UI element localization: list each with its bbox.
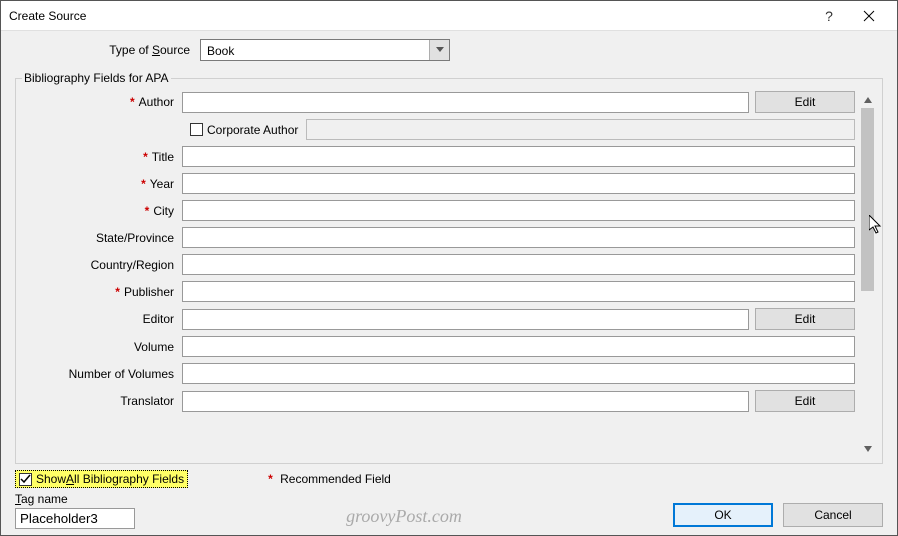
field-label-title: *Title — [22, 150, 182, 164]
field-input-translator[interactable] — [182, 391, 749, 412]
create-source-dialog: Create Source ? Type of Source Book Bibl… — [0, 0, 898, 536]
field-input-year[interactable] — [182, 173, 855, 194]
required-asterisk-icon: * — [130, 95, 139, 109]
required-asterisk-icon: * — [115, 285, 124, 299]
cancel-button[interactable]: Cancel — [783, 503, 883, 527]
field-row-numvol: Number of Volumes — [22, 363, 855, 384]
field-input-city[interactable] — [182, 200, 855, 221]
type-of-source-dropdown[interactable]: Book — [200, 39, 450, 61]
scroll-track[interactable] — [859, 108, 876, 440]
field-label-year: *Year — [22, 177, 182, 191]
show-all-fields-checkbox[interactable]: Show All Bibliography Fields — [15, 470, 188, 488]
field-row-volume: Volume — [22, 336, 855, 357]
type-of-source-value: Book — [201, 40, 429, 60]
field-label-author: *Author — [22, 95, 182, 109]
close-button[interactable] — [849, 2, 889, 30]
vertical-scrollbar[interactable] — [859, 91, 876, 457]
field-input-volume[interactable] — [182, 336, 855, 357]
scroll-thumb[interactable] — [861, 108, 874, 291]
ok-button[interactable]: OK — [673, 503, 773, 527]
corporate-author-row: Corporate Author — [22, 119, 855, 140]
help-button[interactable]: ? — [809, 2, 849, 30]
type-of-source-row: Type of Source Book — [15, 39, 883, 61]
tag-name-input[interactable] — [15, 508, 135, 529]
field-label-numvol: Number of Volumes — [22, 367, 182, 381]
field-row-author: *Author Edit — [22, 91, 855, 113]
field-row-state: State/Province — [22, 227, 855, 248]
tag-name-label: Tag name — [15, 492, 135, 506]
field-label-volume: Volume — [22, 340, 182, 354]
field-row-country: Country/Region — [22, 254, 855, 275]
chevron-down-icon — [429, 40, 449, 60]
corporate-author-label: Corporate Author — [207, 123, 298, 137]
field-label-editor: Editor — [22, 312, 182, 326]
field-input-numvol[interactable] — [182, 363, 855, 384]
field-row-title: *Title — [22, 146, 855, 167]
edit-button-author[interactable]: Edit — [755, 91, 855, 113]
field-input-author[interactable] — [182, 92, 749, 113]
field-row-year: *Year — [22, 173, 855, 194]
window-title: Create Source — [9, 9, 809, 23]
field-input-publisher[interactable] — [182, 281, 855, 302]
required-asterisk-icon: * — [143, 150, 152, 164]
field-row-editor: Editor Edit — [22, 308, 855, 330]
recommended-field-note: * Recommended Field — [268, 472, 391, 486]
scroll-up-icon[interactable] — [859, 91, 876, 108]
field-label-country: Country/Region — [22, 258, 182, 272]
fields-area: *AuthorEditCorporate Author*Title*Year*C… — [22, 91, 859, 457]
field-label-state: State/Province — [22, 231, 182, 245]
field-row-city: *City — [22, 200, 855, 221]
scroll-down-icon[interactable] — [859, 440, 876, 457]
required-asterisk-icon: * — [268, 472, 277, 486]
field-input-title[interactable] — [182, 146, 855, 167]
watermark-text: groovyPost.com — [135, 506, 673, 529]
field-label-city: *City — [22, 204, 182, 218]
field-input-state[interactable] — [182, 227, 855, 248]
corporate-author-input[interactable] — [306, 119, 855, 140]
required-asterisk-icon: * — [141, 177, 150, 191]
tag-name-block: Tag name — [15, 492, 135, 529]
field-label-translator: Translator — [22, 394, 182, 408]
field-row-publisher: *Publisher — [22, 281, 855, 302]
field-row-translator: Translator Edit — [22, 390, 855, 412]
field-label-publisher: *Publisher — [22, 285, 182, 299]
checkbox-icon — [19, 473, 32, 486]
edit-button-translator[interactable]: Edit — [755, 390, 855, 412]
corporate-author-checkbox[interactable] — [190, 123, 203, 136]
bibliography-fieldset: Bibliography Fields for APA *Author Edit C… — [15, 71, 883, 464]
type-of-source-label: Type of Source — [15, 43, 200, 57]
bibliography-legend: Bibliography Fields for APA — [22, 71, 171, 85]
field-input-country[interactable] — [182, 254, 855, 275]
dialog-footer: Show All Bibliography Fields * Recommend… — [15, 464, 883, 529]
titlebar: Create Source ? — [1, 1, 897, 31]
field-input-editor[interactable] — [182, 309, 749, 330]
edit-button-editor[interactable]: Edit — [755, 308, 855, 330]
